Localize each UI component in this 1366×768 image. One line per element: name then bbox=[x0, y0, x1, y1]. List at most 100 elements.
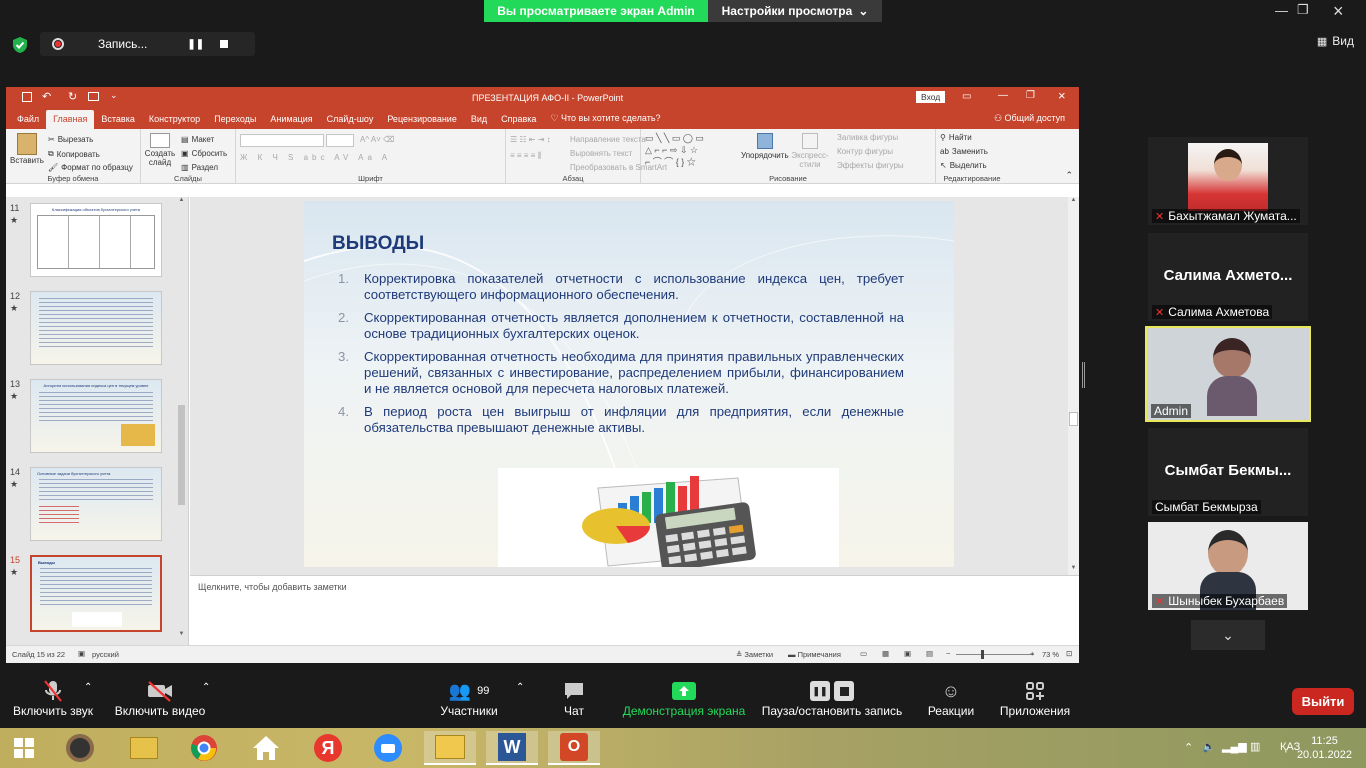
stop-recording-icon[interactable] bbox=[220, 40, 229, 48]
yandex-browser-icon[interactable]: Я bbox=[308, 731, 348, 765]
security-shield-icon[interactable] bbox=[12, 36, 28, 59]
zoom-app-icon[interactable] bbox=[368, 731, 408, 765]
normal-view-icon[interactable]: ▭ bbox=[860, 649, 867, 658]
spellcheck-icon[interactable]: ▣ bbox=[78, 649, 85, 658]
audio-options-chevron-icon[interactable]: ⌃ bbox=[84, 682, 92, 693]
notes-pane[interactable]: Щелкните, чтобы добавить заметки bbox=[190, 575, 1079, 645]
view-button[interactable]: ▦ Вид bbox=[1317, 34, 1354, 48]
participants-chevron-icon[interactable]: ⌃ bbox=[516, 682, 524, 693]
chrome-icon[interactable] bbox=[184, 731, 224, 765]
slide-thumbnail[interactable] bbox=[30, 291, 162, 365]
slide-thumbnail-selected[interactable]: Выводы bbox=[30, 555, 162, 632]
shape-effects-button[interactable]: Эффекты фигуры bbox=[837, 161, 904, 170]
paste-button[interactable]: Вставить bbox=[10, 133, 44, 165]
restore-icon[interactable]: ❐ bbox=[1297, 2, 1309, 18]
tab-help[interactable]: Справка bbox=[494, 114, 543, 129]
editor-scrollbar[interactable]: ▲ ▼ bbox=[1068, 197, 1079, 575]
format-painter-button[interactable]: 🖌 Формат по образцу bbox=[48, 163, 133, 172]
network-icon[interactable]: ▂▄▆ bbox=[1222, 740, 1247, 753]
editor-scroll-down-icon[interactable]: ▼ bbox=[1068, 565, 1079, 571]
fit-slide-icon[interactable]: ⊡ bbox=[1066, 649, 1072, 658]
slide-thumbnail[interactable]: Классификация объектов бухгалтерского уч… bbox=[30, 203, 162, 277]
windows-start-icon[interactable] bbox=[4, 731, 44, 765]
share-screen-button[interactable]: Демонстрация экрана bbox=[620, 678, 748, 718]
tab-file[interactable]: Файл bbox=[10, 114, 46, 129]
reading-view-icon[interactable]: ▣ bbox=[904, 649, 911, 658]
show-hidden-icons-chevron[interactable]: ⌃ bbox=[1184, 741, 1193, 754]
slide-sorter-icon[interactable]: ▦ bbox=[882, 649, 889, 658]
chat-button[interactable]: Чат bbox=[556, 678, 592, 718]
thumbs-scrollbar[interactable]: ▲ ▼ bbox=[177, 197, 186, 645]
undo-icon[interactable]: ↶ bbox=[42, 90, 51, 103]
view-options-button[interactable]: Настройки просмотра ⌄ bbox=[708, 0, 882, 22]
comments-toggle[interactable]: ▬ Примечания bbox=[788, 650, 841, 659]
pause-stop-recording-button[interactable]: ❚❚ Пауза/остановить запись bbox=[758, 678, 906, 718]
tab-design[interactable]: Конструктор bbox=[142, 114, 207, 129]
text-direction-button[interactable]: Направление текста bbox=[570, 135, 646, 144]
font-format-icons[interactable]: Ж К Ч S abc AV Aa A bbox=[240, 153, 391, 162]
tab-slideshow[interactable]: Слайд-шоу bbox=[320, 114, 381, 129]
current-slide[interactable]: ВЫВОДЫ 1. Корректировка показателей отчет… bbox=[304, 201, 954, 567]
find-button[interactable]: ⚲ Найти bbox=[940, 133, 972, 142]
copy-button[interactable]: ⧉ Копировать bbox=[48, 149, 100, 159]
layout-button[interactable]: ▤ Макет bbox=[181, 135, 214, 144]
system-clock[interactable]: 11:25 20.01.2022 bbox=[1297, 734, 1352, 762]
arrange-button[interactable]: Упорядочить bbox=[741, 133, 789, 160]
slideshow-start-icon[interactable] bbox=[88, 92, 99, 101]
tab-transitions[interactable]: Переходы bbox=[207, 114, 263, 129]
thumbs-scroll-up-icon[interactable]: ▲ bbox=[177, 197, 186, 203]
redo-icon[interactable]: ↻ bbox=[68, 90, 77, 103]
leave-meeting-button[interactable]: Выйти bbox=[1292, 688, 1354, 715]
editor-scroll-up-icon[interactable]: ▲ bbox=[1068, 197, 1079, 203]
slide-thumbnail[interactable]: Алгоритм использования индекса цен в тек… bbox=[30, 379, 162, 453]
language-indicator[interactable]: русский bbox=[92, 650, 119, 659]
powerpoint-app-icon[interactable]: O bbox=[548, 731, 600, 765]
quick-styles-button[interactable]: Экспресс-стили bbox=[791, 133, 829, 169]
volume-icon[interactable]: 🔈 bbox=[1202, 740, 1216, 753]
align-icons[interactable]: ≡ ≡ ≡ ≡ ⫼ bbox=[510, 151, 541, 161]
participant-tile[interactable]: ✕ Шыныбек Бухарбаев bbox=[1148, 522, 1308, 610]
replace-button[interactable]: ab Заменить bbox=[940, 147, 988, 156]
scroll-participants-down-icon[interactable]: ⌄ bbox=[1191, 620, 1265, 650]
pause-recording-icon[interactable]: ❚❚ bbox=[187, 39, 204, 50]
tab-animations[interactable]: Анимация bbox=[263, 114, 319, 129]
bullets-icons[interactable]: ☰ ☷ ⇤ ⇥ ↕ bbox=[510, 135, 551, 144]
editor-scroll-thumb[interactable] bbox=[1069, 412, 1078, 426]
video-options-chevron-icon[interactable]: ⌃ bbox=[202, 682, 210, 693]
thumbs-scroll-thumb[interactable] bbox=[178, 405, 185, 505]
apps-button[interactable]: Приложения bbox=[996, 678, 1074, 718]
start-video-button[interactable]: Включить видео bbox=[112, 678, 208, 718]
minimize-icon[interactable]: — bbox=[1275, 3, 1288, 18]
shape-outline-button[interactable]: Контур фигуры bbox=[837, 147, 893, 156]
notes-toggle[interactable]: ≜ Заметки bbox=[736, 650, 773, 659]
ppt-minimize-icon[interactable]: — bbox=[998, 90, 1008, 101]
tab-view[interactable]: Вид bbox=[464, 114, 494, 129]
share-button[interactable]: ⚇ Общий доступ bbox=[994, 113, 1079, 129]
participant-tile[interactable]: Салима Ахмето... ✕ Салима Ахметова bbox=[1148, 233, 1308, 321]
participant-tile[interactable]: Сымбат Бекмы... Сымбат Бекмырза bbox=[1148, 428, 1308, 516]
select-button[interactable]: ↖ Выделить bbox=[940, 161, 987, 170]
tab-review[interactable]: Рецензирование bbox=[380, 114, 464, 129]
ppt-close-icon[interactable]: × bbox=[1058, 88, 1066, 103]
tell-me-search[interactable]: ♡ Что вы хотите сделать? bbox=[543, 113, 667, 129]
tab-home[interactable]: Главная bbox=[46, 110, 95, 129]
shapes-gallery[interactable]: ▭ ╲ ╲ ▭ ◯ ▭ △ ⌐ ⌐ ⇨ ⇩ ☆ ⌐ ⌒ ⌒ { } ☆ bbox=[645, 132, 737, 172]
font-grow-shrink-icons[interactable]: A^ A˅ ⌫ bbox=[360, 135, 394, 144]
participant-tile[interactable]: ✕ Бахытжамал Жумата... bbox=[1148, 137, 1308, 225]
section-button[interactable]: ▥ Раздел bbox=[181, 163, 218, 172]
zoom-slider-handle[interactable] bbox=[981, 650, 984, 659]
close-window-icon[interactable]: × bbox=[1333, 1, 1344, 22]
zoom-out-icon[interactable]: − bbox=[946, 649, 950, 658]
calculator-chart-image[interactable] bbox=[498, 468, 839, 567]
collapse-ribbon-icon[interactable]: ⌃ bbox=[1065, 170, 1073, 181]
zoom-slider[interactable] bbox=[956, 650, 1034, 659]
file-explorer-icon[interactable] bbox=[124, 731, 164, 765]
cut-button[interactable]: ✂ Вырезать bbox=[48, 135, 93, 144]
ribbon-display-icon[interactable]: ▭ bbox=[962, 91, 971, 102]
thumbs-scroll-down-icon[interactable]: ▼ bbox=[177, 631, 186, 637]
file-explorer-open-icon[interactable] bbox=[424, 731, 476, 765]
shape-fill-button[interactable]: Заливка фигуры bbox=[837, 133, 898, 142]
zoom-level[interactable]: 73 % bbox=[1042, 650, 1059, 659]
tray-app-icon[interactable]: ▥ bbox=[1250, 740, 1260, 753]
zoom-in-icon[interactable]: + bbox=[1030, 649, 1034, 658]
